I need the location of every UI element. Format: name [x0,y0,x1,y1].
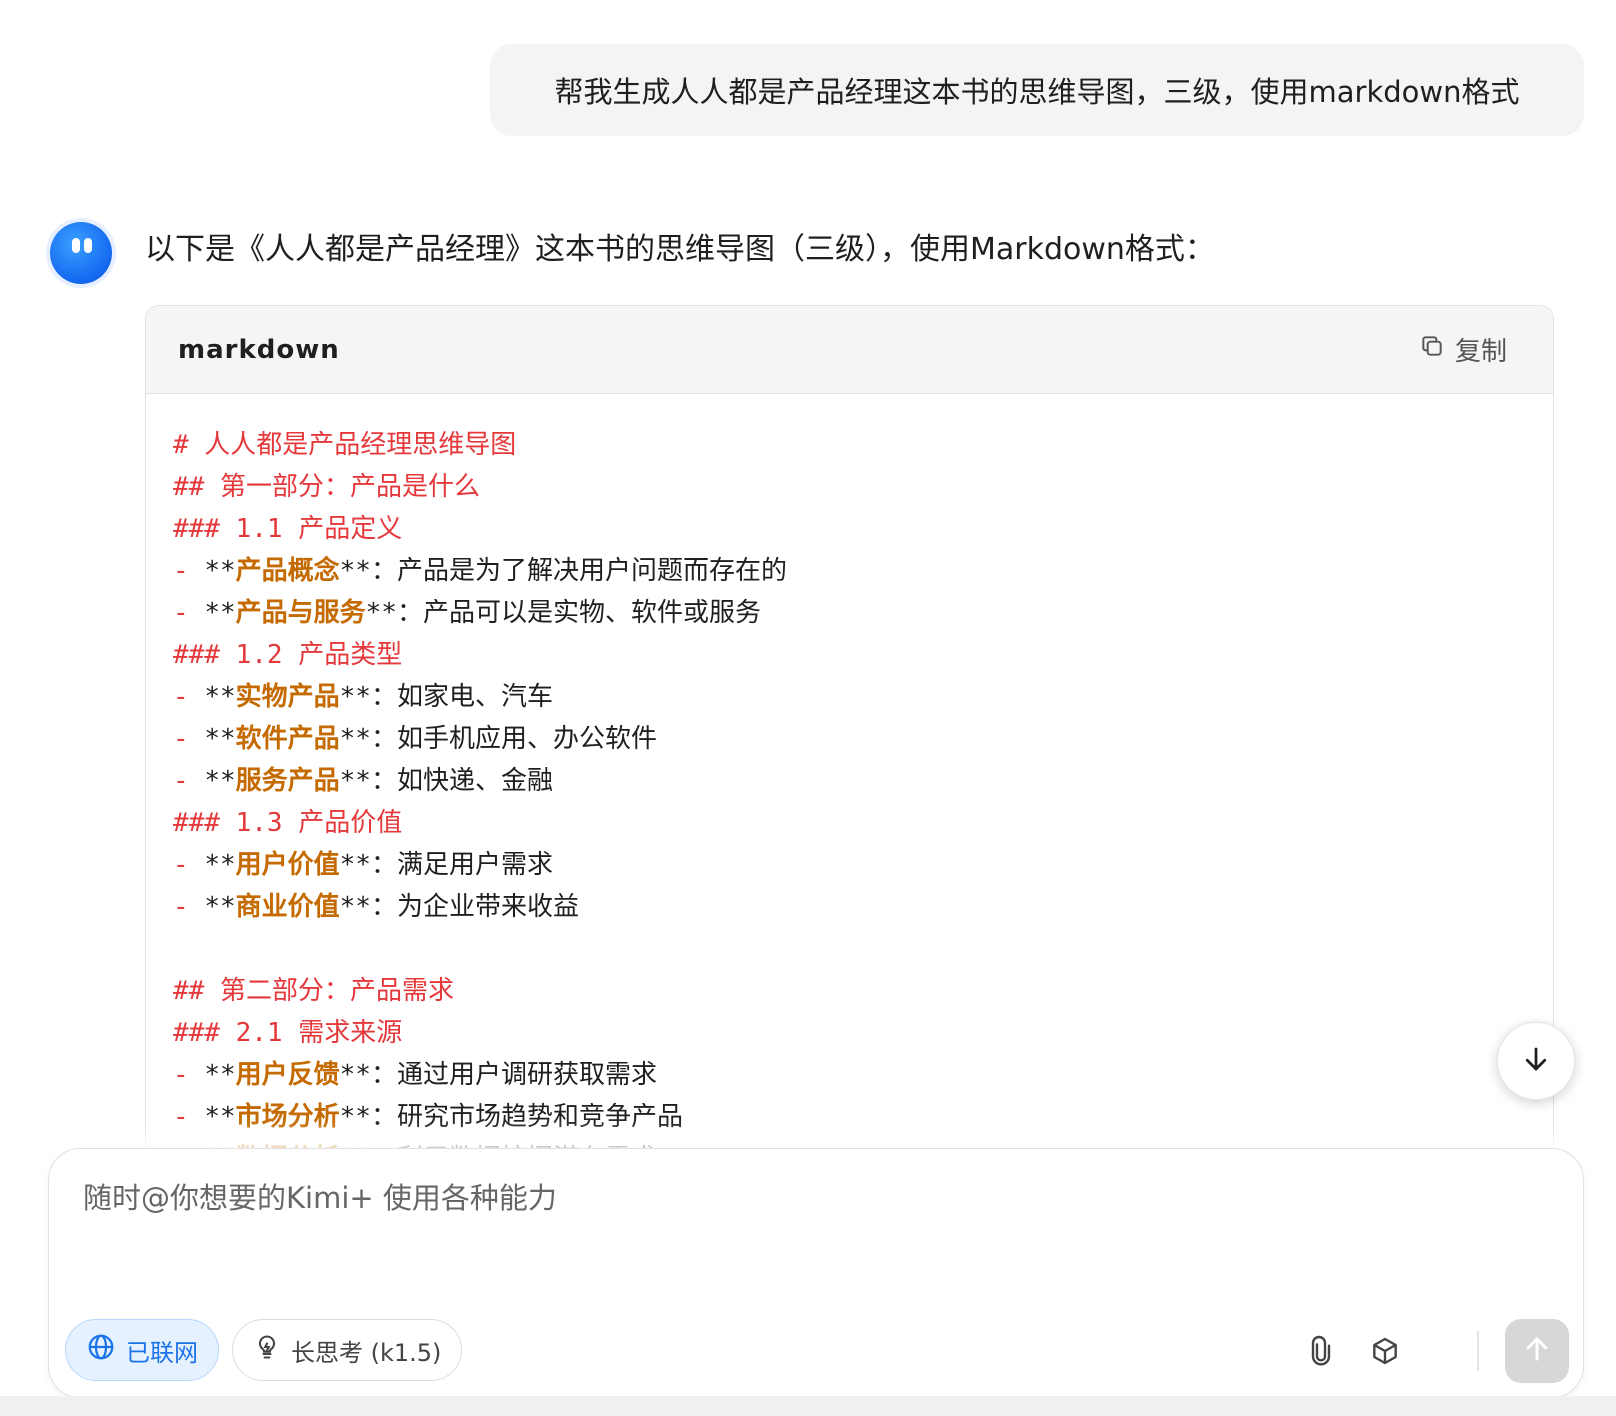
code-header: markdown 复制 [146,306,1553,394]
copy-button[interactable]: 复制 [1419,331,1507,368]
bold-marker: ** [339,892,371,922]
long-think-label: 长思考 (k1.5) [291,1338,442,1367]
toolbar-divider [1477,1331,1479,1371]
item-description: ：如快递、金融 [370,766,553,796]
user-message-bubble: 帮我生成人人都是产品经理这本书的思维导图，三级，使用markdown格式 [490,44,1584,136]
list-dash: - [173,556,205,586]
bold-marker: ** [339,682,371,712]
bold-marker: ** [204,850,236,880]
web-search-label: 已联网 [126,1338,198,1367]
item-description: ：满足用户需求 [370,850,553,880]
kimi-avatar [50,222,112,284]
item-description: ：如手机应用、办公软件 [370,724,657,754]
bold-marker: ** [339,1102,371,1132]
user-message-text: 帮我生成人人都是产品经理这本书的思维导图，三级，使用markdown格式 [554,75,1520,109]
code-line: - **用户反馈**：通过用户调研获取需求 [173,1054,1526,1096]
list-dash: - [173,850,205,880]
code-line: - **商业价值**：为企业带来收益 [173,886,1526,928]
list-dash: - [173,766,205,796]
chat-input-placeholder[interactable]: 随时@你想要的Kimi+ 使用各种能力 [83,1175,557,1217]
code-line: # 人人都是产品经理思维导图 [173,424,1526,466]
code-line: - **服务产品**：如快递、金融 [173,760,1526,802]
code-block: markdown 复制 # 人人都是产品经理思维导图 ## 第一部分：产品是什么 #… [145,305,1554,1167]
bold-marker: ** [204,598,236,628]
bold-marker: ** [339,724,371,754]
code-heading: ### 1.3 产品价值 [173,808,403,838]
bottom-strip [0,1396,1616,1416]
bold-marker: ** [204,766,236,796]
bold-marker: ** [204,682,236,712]
item-description: ：产品是为了解决用户问题而存在的 [370,556,787,586]
copy-icon [1419,333,1445,366]
paperclip-icon[interactable] [1305,1335,1337,1367]
arrow-up-icon [1522,1334,1552,1368]
code-heading: ## 第二部分：产品需求 [173,976,454,1006]
code-heading: ### 2.1 需求来源 [173,1018,403,1048]
bold-marker: ** [365,598,397,628]
assistant-intro: 以下是《人人都是产品经理》这本书的思维导图（三级），使用Markdown格式： [145,232,1215,267]
code-line: - **产品概念**：产品是为了解决用户问题而存在的 [173,550,1526,592]
avatar-eye-left [72,238,80,253]
item-description: ：如家电、汽车 [370,682,553,712]
code-heading: # 人人都是产品经理思维导图 [173,430,517,460]
item-description: ：研究市场趋势和竞争产品 [370,1102,683,1132]
bold-marker: ** [204,724,236,754]
item-description: ：产品可以是实物、软件或服务 [396,598,761,628]
item-term: 产品概念 [235,556,340,586]
bold-marker: ** [339,766,371,796]
item-term: 市场分析 [235,1102,340,1132]
long-think-toggle[interactable]: 长思考 (k1.5) [232,1319,463,1381]
bold-marker: ** [339,556,371,586]
code-line: - **软件产品**：如手机应用、办公软件 [173,718,1526,760]
list-dash: - [173,1060,205,1090]
avatar-eye-right [84,238,92,253]
list-dash: - [173,892,205,922]
web-search-toggle[interactable]: 已联网 [65,1319,219,1381]
code-language: markdown [178,334,340,365]
bold-marker: ** [339,1060,371,1090]
code-line: ## 第二部分：产品需求 [173,970,1526,1012]
bold-marker: ** [339,850,371,880]
code-line: ## 第一部分：产品是什么 [173,466,1526,508]
bold-marker: ** [204,892,236,922]
item-term: 用户反馈 [235,1060,340,1090]
code-line: ### 1.1 产品定义 [173,508,1526,550]
code-line: - **产品与服务**：产品可以是实物、软件或服务 [173,592,1526,634]
bold-marker: ** [204,556,236,586]
item-term: 服务产品 [235,766,340,796]
bold-marker: ** [204,1060,236,1090]
list-dash: - [173,1102,205,1132]
item-term: 用户价值 [235,850,340,880]
code-line: - **用户价值**：满足用户需求 [173,844,1526,886]
code-line: - **实物产品**：如家电、汽车 [173,676,1526,718]
list-dash: - [173,724,205,754]
list-dash: - [173,598,205,628]
item-term: 商业价值 [235,892,340,922]
item-term: 产品与服务 [235,598,366,628]
code-heading: ### 1.2 产品类型 [173,640,403,670]
send-button[interactable] [1505,1319,1569,1383]
scroll-to-bottom-button[interactable] [1497,1022,1575,1100]
item-description: ：通过用户调研获取需求 [370,1060,657,1090]
lightbulb-icon [253,1333,281,1367]
cube-icon[interactable] [1369,1335,1401,1367]
item-term: 实物产品 [235,682,340,712]
arrow-down-icon [1521,1044,1551,1078]
code-body: # 人人都是产品经理思维导图 ## 第一部分：产品是什么 ### 1.1 产品定义 -… [146,394,1553,1166]
code-line: ### 1.3 产品价值 [173,802,1526,844]
copy-label: 复制 [1454,337,1507,367]
code-heading: ## 第一部分：产品是什么 [173,472,480,502]
code-line: ### 2.1 需求来源 [173,1012,1526,1054]
bold-marker: ** [204,1102,236,1132]
item-term: 软件产品 [235,724,340,754]
item-description: ：为企业带来收益 [370,892,579,922]
list-dash: - [173,682,205,712]
code-line: - **市场分析**：研究市场趋势和竞争产品 [173,1096,1526,1138]
chat-input-box[interactable]: 随时@你想要的Kimi+ 使用各种能力 已联网 长思考 (k1.5) [48,1148,1584,1398]
code-line: ### 1.2 产品类型 [173,634,1526,676]
code-heading: ### 1.1 产品定义 [173,514,403,544]
globe-icon [86,1332,116,1368]
